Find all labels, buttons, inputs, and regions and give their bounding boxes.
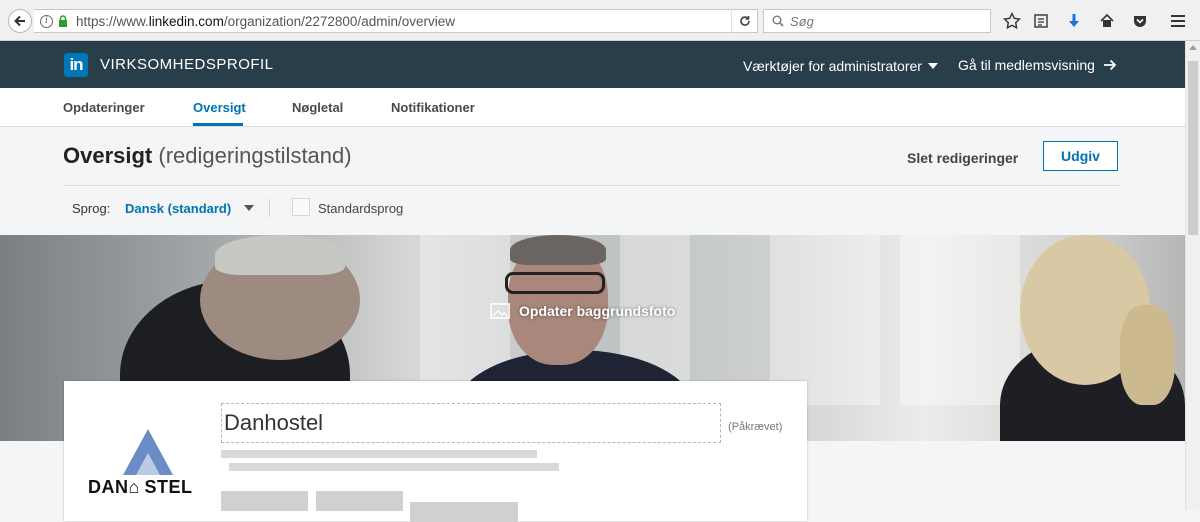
lock-icon[interactable]	[58, 15, 68, 27]
chevron-down-icon	[927, 63, 938, 69]
browser-toolbar: i https://www.linkedin.com/organization/…	[0, 0, 1200, 41]
member-view-link[interactable]: Gå til medlemsvisning	[958, 57, 1117, 73]
default-language-label: Standardsprog	[318, 201, 404, 216]
photo-window	[900, 235, 1020, 405]
url-prefix: https://www.	[76, 13, 149, 29]
active-tab-indicator	[193, 123, 243, 126]
placeholder-line	[221, 450, 537, 458]
bookmark-star-icon[interactable]	[1002, 11, 1022, 31]
person-hair	[510, 235, 606, 265]
arrow-right-icon	[1103, 59, 1117, 71]
divider	[63, 185, 1120, 186]
company-logo-text: DAN⌂ STEL	[88, 477, 208, 498]
photo-window	[770, 235, 880, 405]
pocket-icon[interactable]	[1130, 11, 1150, 31]
download-icon[interactable]	[1064, 11, 1084, 31]
url-path: /organization/2272800/admin/overview	[223, 13, 455, 29]
person-hair	[215, 235, 345, 275]
search-placeholder: Søg	[790, 13, 814, 29]
browser-search-input[interactable]: Søg	[763, 9, 991, 33]
scroll-up-icon[interactable]	[1189, 45, 1197, 50]
placeholder-block	[316, 491, 403, 511]
reload-icon	[739, 16, 750, 26]
page-title: Oversigt (redigeringstilstand)	[63, 143, 352, 169]
tab-updates[interactable]: Opdateringer	[63, 100, 145, 115]
page-scrollbar[interactable]	[1185, 41, 1200, 511]
company-page-brand: VIRKSOMHEDSPROFIL	[100, 56, 274, 73]
scrollbar-thumb[interactable]	[1188, 61, 1198, 235]
divider	[269, 199, 270, 217]
logo-house-glyph: ⌂	[128, 477, 140, 497]
linkedin-header: in VIRKSOMHEDSPROFIL Værktøjer for admin…	[0, 41, 1185, 88]
tab-overview[interactable]: Oversigt	[193, 100, 246, 115]
search-icon	[772, 15, 784, 27]
tab-notifications[interactable]: Notifikationer	[391, 100, 475, 115]
logo-text-right: STEL	[144, 477, 193, 497]
member-view-label: Gå til medlemsvisning	[958, 57, 1095, 73]
page-title-main: Oversigt	[63, 143, 153, 168]
language-label: Sprog:	[72, 201, 111, 216]
danhostel-logo-icon	[123, 429, 173, 475]
company-name-field[interactable]: Danhostel	[221, 403, 721, 443]
image-icon	[490, 303, 510, 319]
admin-tools-label: Værktøjer for administratorer	[743, 58, 922, 74]
publish-button[interactable]: Udgiv	[1043, 141, 1118, 171]
placeholder-line	[229, 463, 559, 471]
page-title-mode: (redigeringstilstand)	[158, 143, 352, 168]
ponytail	[1120, 305, 1175, 405]
company-card: DAN⌂ STEL Danhostel (Påkrævet)	[64, 381, 807, 522]
admin-tools-menu[interactable]: Værktøjer for administratorer	[743, 58, 938, 74]
default-language-checkbox[interactable]	[292, 198, 310, 216]
linkedin-logo[interactable]: in	[64, 53, 88, 77]
language-select[interactable]: Dansk (standard)	[125, 201, 231, 216]
url-text: https://www.linkedin.com/organization/22…	[76, 14, 455, 29]
discard-edits-button[interactable]: Slet redigeringer	[907, 150, 1018, 166]
info-icon[interactable]: i	[40, 14, 53, 28]
home-icon[interactable]	[1097, 11, 1117, 31]
url-bar[interactable]: i https://www.linkedin.com/organization/…	[34, 9, 758, 33]
arrow-left-icon	[14, 15, 25, 27]
reload-button[interactable]	[731, 9, 757, 33]
update-cover-photo-button[interactable]: Opdater baggrundsfoto	[490, 303, 675, 319]
back-button[interactable]	[8, 9, 32, 33]
tab-analytics[interactable]: Nøgletal	[292, 100, 343, 115]
company-logo[interactable]: DAN⌂ STEL	[88, 429, 208, 501]
reading-list-icon[interactable]	[1031, 11, 1051, 31]
logo-text-left: DAN	[88, 477, 129, 497]
caret-down-icon[interactable]	[244, 205, 254, 211]
glasses	[505, 272, 605, 294]
placeholder-block	[410, 502, 518, 522]
placeholder-block	[221, 491, 308, 511]
url-host: linkedin.com	[148, 13, 224, 29]
update-cover-photo-label: Opdater baggrundsfoto	[519, 303, 676, 319]
required-note: (Påkrævet)	[728, 421, 783, 433]
menu-icon[interactable]	[1168, 11, 1188, 31]
admin-tabs: Opdateringer Oversigt Nøgletal Notifikat…	[0, 88, 1185, 127]
